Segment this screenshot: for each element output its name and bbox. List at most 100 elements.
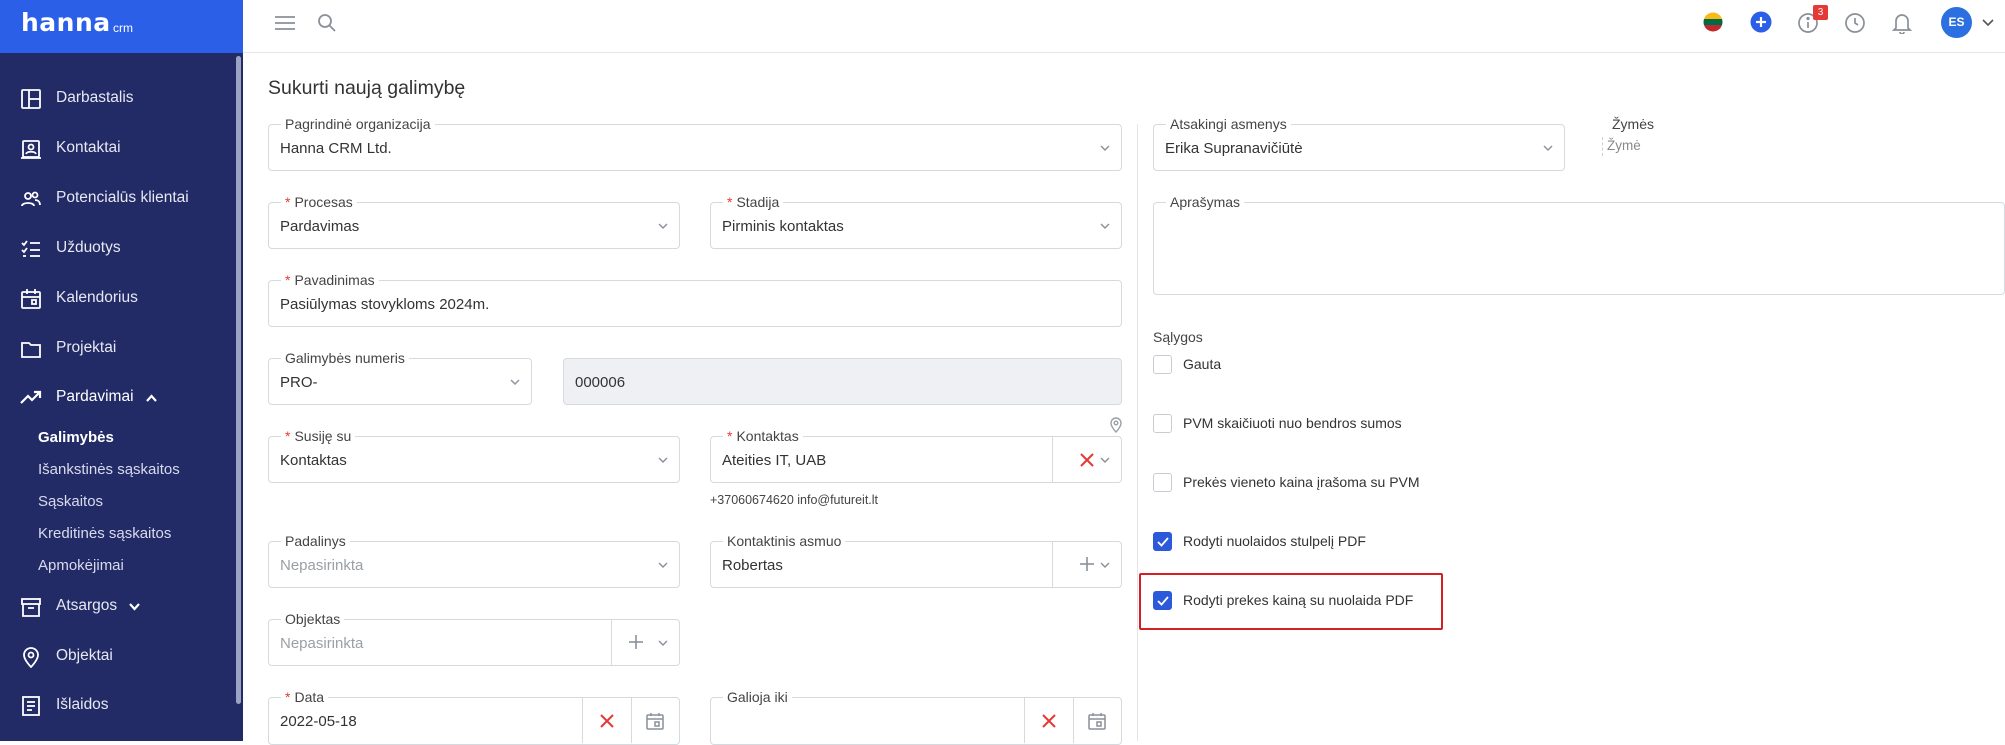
chevron-down-icon xyxy=(658,223,668,229)
sidebar-item-kalendorius[interactable]: Kalendorius xyxy=(0,278,236,318)
calendar-icon xyxy=(21,289,41,309)
sidebar-item-pardavimai[interactable]: Pardavimai xyxy=(0,377,236,417)
sidebar-scrollbar[interactable] xyxy=(236,56,241,704)
chevron-down-icon xyxy=(1100,145,1110,151)
sidebar-item-kontaktai[interactable]: Kontaktai xyxy=(0,128,236,168)
field-label: Susiję su xyxy=(294,428,352,444)
clear-icon[interactable] xyxy=(1078,451,1096,469)
process-select[interactable]: * Procesas Pardavimas xyxy=(268,194,680,249)
sidebar-subitem-saskaitos[interactable]: Sąskaitos xyxy=(38,493,103,510)
field-label: Galimybės numeris xyxy=(281,350,409,367)
dashboard-icon xyxy=(21,89,41,109)
unit-select[interactable]: Padalinys Nepasirinkta xyxy=(268,533,680,588)
clear-icon[interactable] xyxy=(598,712,616,730)
avatar[interactable]: ES xyxy=(1941,7,1972,38)
number-prefix-select[interactable]: Galimybės numeris PRO- xyxy=(268,350,532,405)
bell-icon[interactable] xyxy=(1892,12,1912,34)
description-textarea[interactable]: Aprašymas xyxy=(1153,194,2005,295)
field-label: Kontaktinis asmuo xyxy=(723,533,846,550)
object-select[interactable]: Objektas Nepasirinkta xyxy=(268,611,680,666)
sidebar: hanna crm Darbastalis Kontaktai Potencia… xyxy=(0,0,243,741)
hamburger-menu-icon[interactable] xyxy=(275,15,295,31)
tasks-icon xyxy=(21,240,40,257)
divider xyxy=(1073,698,1074,743)
sidebar-subitem-galimybes[interactable]: Galimybės xyxy=(38,429,114,446)
lithuanian-flag-icon[interactable] xyxy=(1703,12,1723,32)
sidebar-item-label: Kalendorius xyxy=(56,289,138,306)
field-label: Galioja iki xyxy=(723,689,792,706)
chevron-down-icon xyxy=(658,562,668,568)
plus-icon[interactable] xyxy=(1077,554,1097,574)
calendar-icon[interactable] xyxy=(1087,711,1107,731)
tags-input[interactable]: Žymė xyxy=(1602,137,1682,156)
field-value: Ateities IT, UAB xyxy=(722,452,827,469)
checkbox-vat-total[interactable] xyxy=(1153,414,1172,433)
field-value: Pasiūlymas stovykloms 2024m. xyxy=(280,296,490,313)
chevron-down-icon xyxy=(658,457,668,463)
brand-suffix: crm xyxy=(113,21,133,35)
checkbox-discount-column[interactable] xyxy=(1153,532,1172,551)
sidebar-item-islaidos[interactable]: Išlaidos xyxy=(0,685,236,725)
chevron-down-icon[interactable] xyxy=(1099,454,1111,466)
checkbox-received[interactable] xyxy=(1153,355,1172,374)
sidebar-item-darbastalis[interactable]: Darbastalis xyxy=(0,78,236,118)
divider xyxy=(631,698,632,743)
plus-icon[interactable] xyxy=(626,632,646,652)
sidebar-item-uzduotys[interactable]: Užduotys xyxy=(0,228,236,268)
name-input[interactable]: * Pavadinimas Pasiūlymas stovykloms 2024m… xyxy=(268,272,1122,327)
chevron-down-icon[interactable] xyxy=(1099,559,1111,571)
field-placeholder: Nepasirinkta xyxy=(280,635,364,652)
chevron-down-icon[interactable] xyxy=(657,637,669,649)
clear-icon[interactable] xyxy=(1040,712,1058,730)
contact-select[interactable]: * Kontaktas Ateities IT, UAB xyxy=(710,428,1122,483)
field-value: Pirminis kontaktas xyxy=(722,218,844,235)
chevron-down-icon[interactable] xyxy=(1981,18,1995,28)
column-divider xyxy=(1137,124,1138,741)
sidebar-item-potencialus-klientai[interactable]: Potencialūs klientai xyxy=(0,178,236,218)
required-marker: * xyxy=(285,272,291,288)
trending-up-icon xyxy=(20,390,42,404)
field-value: Pardavimas xyxy=(280,218,360,235)
sidebar-subitem-isankstines-saskaitos[interactable]: Išankstinės sąskaitos xyxy=(38,461,180,478)
field-label-wrap: * Susiję su xyxy=(281,428,356,445)
checkbox-label: Rodyti nuolaidos stulpelį PDF xyxy=(1183,533,1366,549)
org-select[interactable]: Pagrindinė organizacija Hanna CRM Ltd. xyxy=(268,116,1122,171)
sidebar-item-objektai[interactable]: Objektai xyxy=(0,636,236,676)
sidebar-item-atsargos[interactable]: Atsargos xyxy=(0,586,236,626)
notification-badge: 3 xyxy=(1813,5,1828,20)
checkbox-unit-price-vat[interactable] xyxy=(1153,473,1172,492)
sidebar-subitem-kreditines-saskaitos[interactable]: Kreditinės sąskaitos xyxy=(38,525,171,542)
sidebar-item-label: Objektai xyxy=(56,647,113,664)
field-label: Atsakingi asmenys xyxy=(1166,116,1291,133)
clock-icon[interactable] xyxy=(1844,12,1866,34)
sidebar-item-projektai[interactable]: Projektai xyxy=(0,328,236,368)
chevron-down-icon xyxy=(1100,223,1110,229)
archive-icon xyxy=(21,598,41,617)
add-icon[interactable] xyxy=(1750,11,1772,33)
field-label: Pagrindinė organizacija xyxy=(281,116,435,133)
sidebar-item-label: Užduotys xyxy=(56,239,121,256)
field-label: Aprašymas xyxy=(1166,194,1245,211)
valid-until-input[interactable]: Galioja iki xyxy=(710,689,1122,745)
field-value: Erika Supranavičiūtė xyxy=(1165,140,1303,157)
date-input[interactable]: * Data 2022-05-18 xyxy=(268,689,680,745)
responsible-select[interactable]: Atsakingi asmenys Erika Supranavičiūtė xyxy=(1153,116,1565,171)
notification-count: 3 xyxy=(1817,7,1824,18)
chevron-down-icon xyxy=(129,603,140,611)
stage-select[interactable]: * Stadija Pirminis kontaktas xyxy=(710,194,1122,249)
related-select[interactable]: * Susiję su Kontaktas xyxy=(268,428,680,483)
logo[interactable]: hanna crm xyxy=(0,0,243,53)
checkbox-label: PVM skaičiuoti nuo bendros sumos xyxy=(1183,415,1402,431)
calendar-icon[interactable] xyxy=(645,711,665,731)
location-pin-icon[interactable] xyxy=(1109,416,1123,433)
contact-person-select[interactable]: Kontaktinis asmuo Robertas xyxy=(710,533,1122,588)
chevron-down-icon xyxy=(1543,145,1553,151)
sidebar-subitem-apmokejimai[interactable]: Apmokėjimai xyxy=(38,557,124,574)
search-icon[interactable] xyxy=(317,13,337,33)
field-label-wrap: * Procesas xyxy=(281,194,357,211)
divider xyxy=(1052,437,1053,482)
tags-label: Žymės xyxy=(1612,116,1654,132)
field-label-wrap: * Data xyxy=(281,689,329,706)
receipt-icon xyxy=(22,696,40,716)
field-value: Hanna CRM Ltd. xyxy=(280,140,392,157)
